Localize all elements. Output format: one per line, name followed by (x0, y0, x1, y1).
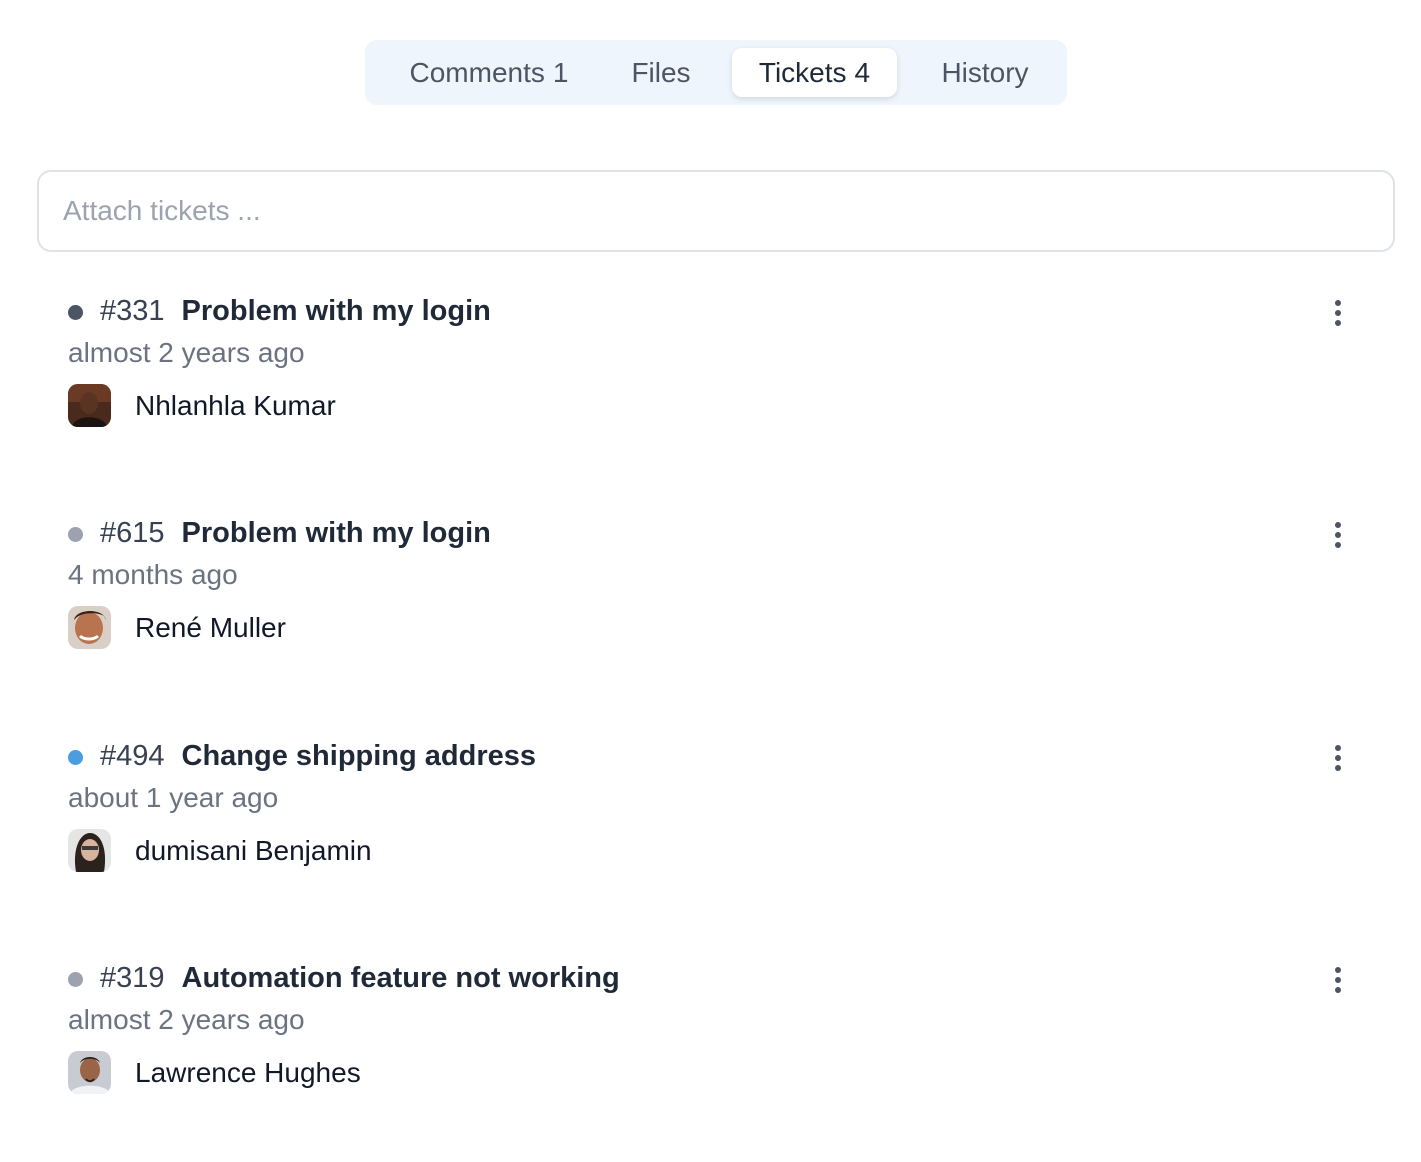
tab-label: Comments (409, 57, 545, 88)
status-dot (68, 527, 83, 542)
tab-files[interactable]: Files (613, 48, 709, 97)
ticket-time: about 1 year ago (68, 782, 279, 813)
status-dot (68, 972, 83, 987)
tab-label: Tickets (758, 57, 847, 88)
ticket-number: #615 (100, 517, 165, 549)
ticket-time: almost 2 years ago (68, 337, 305, 368)
status-dot (68, 750, 83, 765)
ticket-time: almost 2 years ago (68, 1004, 305, 1035)
status-dot (68, 305, 83, 320)
tab-comments[interactable]: Comments 1 (383, 48, 595, 97)
ticket-item[interactable]: #319 Automation feature not working almos… (68, 958, 1358, 1118)
more-vertical-icon[interactable] (1323, 740, 1353, 776)
ticket-title[interactable]: Problem with my login (182, 517, 491, 549)
ticket-item[interactable]: #615 Problem with my login 4 months ago R… (68, 513, 1358, 673)
avatar (68, 606, 111, 649)
assignee-name: Lawrence Hughes (135, 1057, 361, 1088)
more-vertical-icon[interactable] (1323, 962, 1353, 998)
ticket-panel: Comments1 Files Tickets4 History #331 Pro… (0, 0, 1421, 1162)
avatar (68, 1051, 111, 1094)
avatar (68, 829, 111, 872)
avatar (68, 384, 111, 427)
assignee-name: dumisani Benjamin (135, 835, 372, 866)
ticket-number: #494 (100, 740, 165, 772)
assignee-name: Nhlanhla Kumar (135, 390, 336, 421)
attach-tickets-input[interactable] (37, 170, 1395, 252)
ticket-number: #331 (100, 295, 165, 327)
tab-history[interactable]: History (917, 48, 1053, 97)
tab-label: History (941, 57, 1029, 88)
ticket-header: #615 Problem with my login (100, 513, 491, 553)
tab-tickets[interactable]: Tickets 4 (732, 48, 897, 97)
assignee-name: René Muller (135, 612, 286, 643)
ticket-number: #319 (100, 962, 165, 994)
tab-count: 1 (552, 57, 569, 88)
ticket-header: #494 Change shipping address (100, 736, 536, 776)
tab-label: Files (631, 57, 691, 88)
more-vertical-icon[interactable] (1323, 517, 1353, 553)
ticket-item[interactable]: #331 Problem with my login almost 2 years… (68, 291, 1358, 451)
ticket-title[interactable]: Automation feature not working (182, 962, 620, 994)
ticket-time: 4 months ago (68, 559, 238, 590)
ticket-title[interactable]: Problem with my login (182, 295, 491, 327)
ticket-title[interactable]: Change shipping address (182, 740, 537, 772)
tab-count: 4 (854, 57, 871, 88)
tab-bar: Comments 1 Files Tickets 4 History (365, 40, 1067, 105)
more-vertical-icon[interactable] (1323, 295, 1353, 331)
ticket-item[interactable]: #494 Change shipping address about 1 year… (68, 736, 1358, 896)
ticket-header: #331 Problem with my login (100, 291, 491, 331)
ticket-header: #319 Automation feature not working (100, 958, 620, 998)
